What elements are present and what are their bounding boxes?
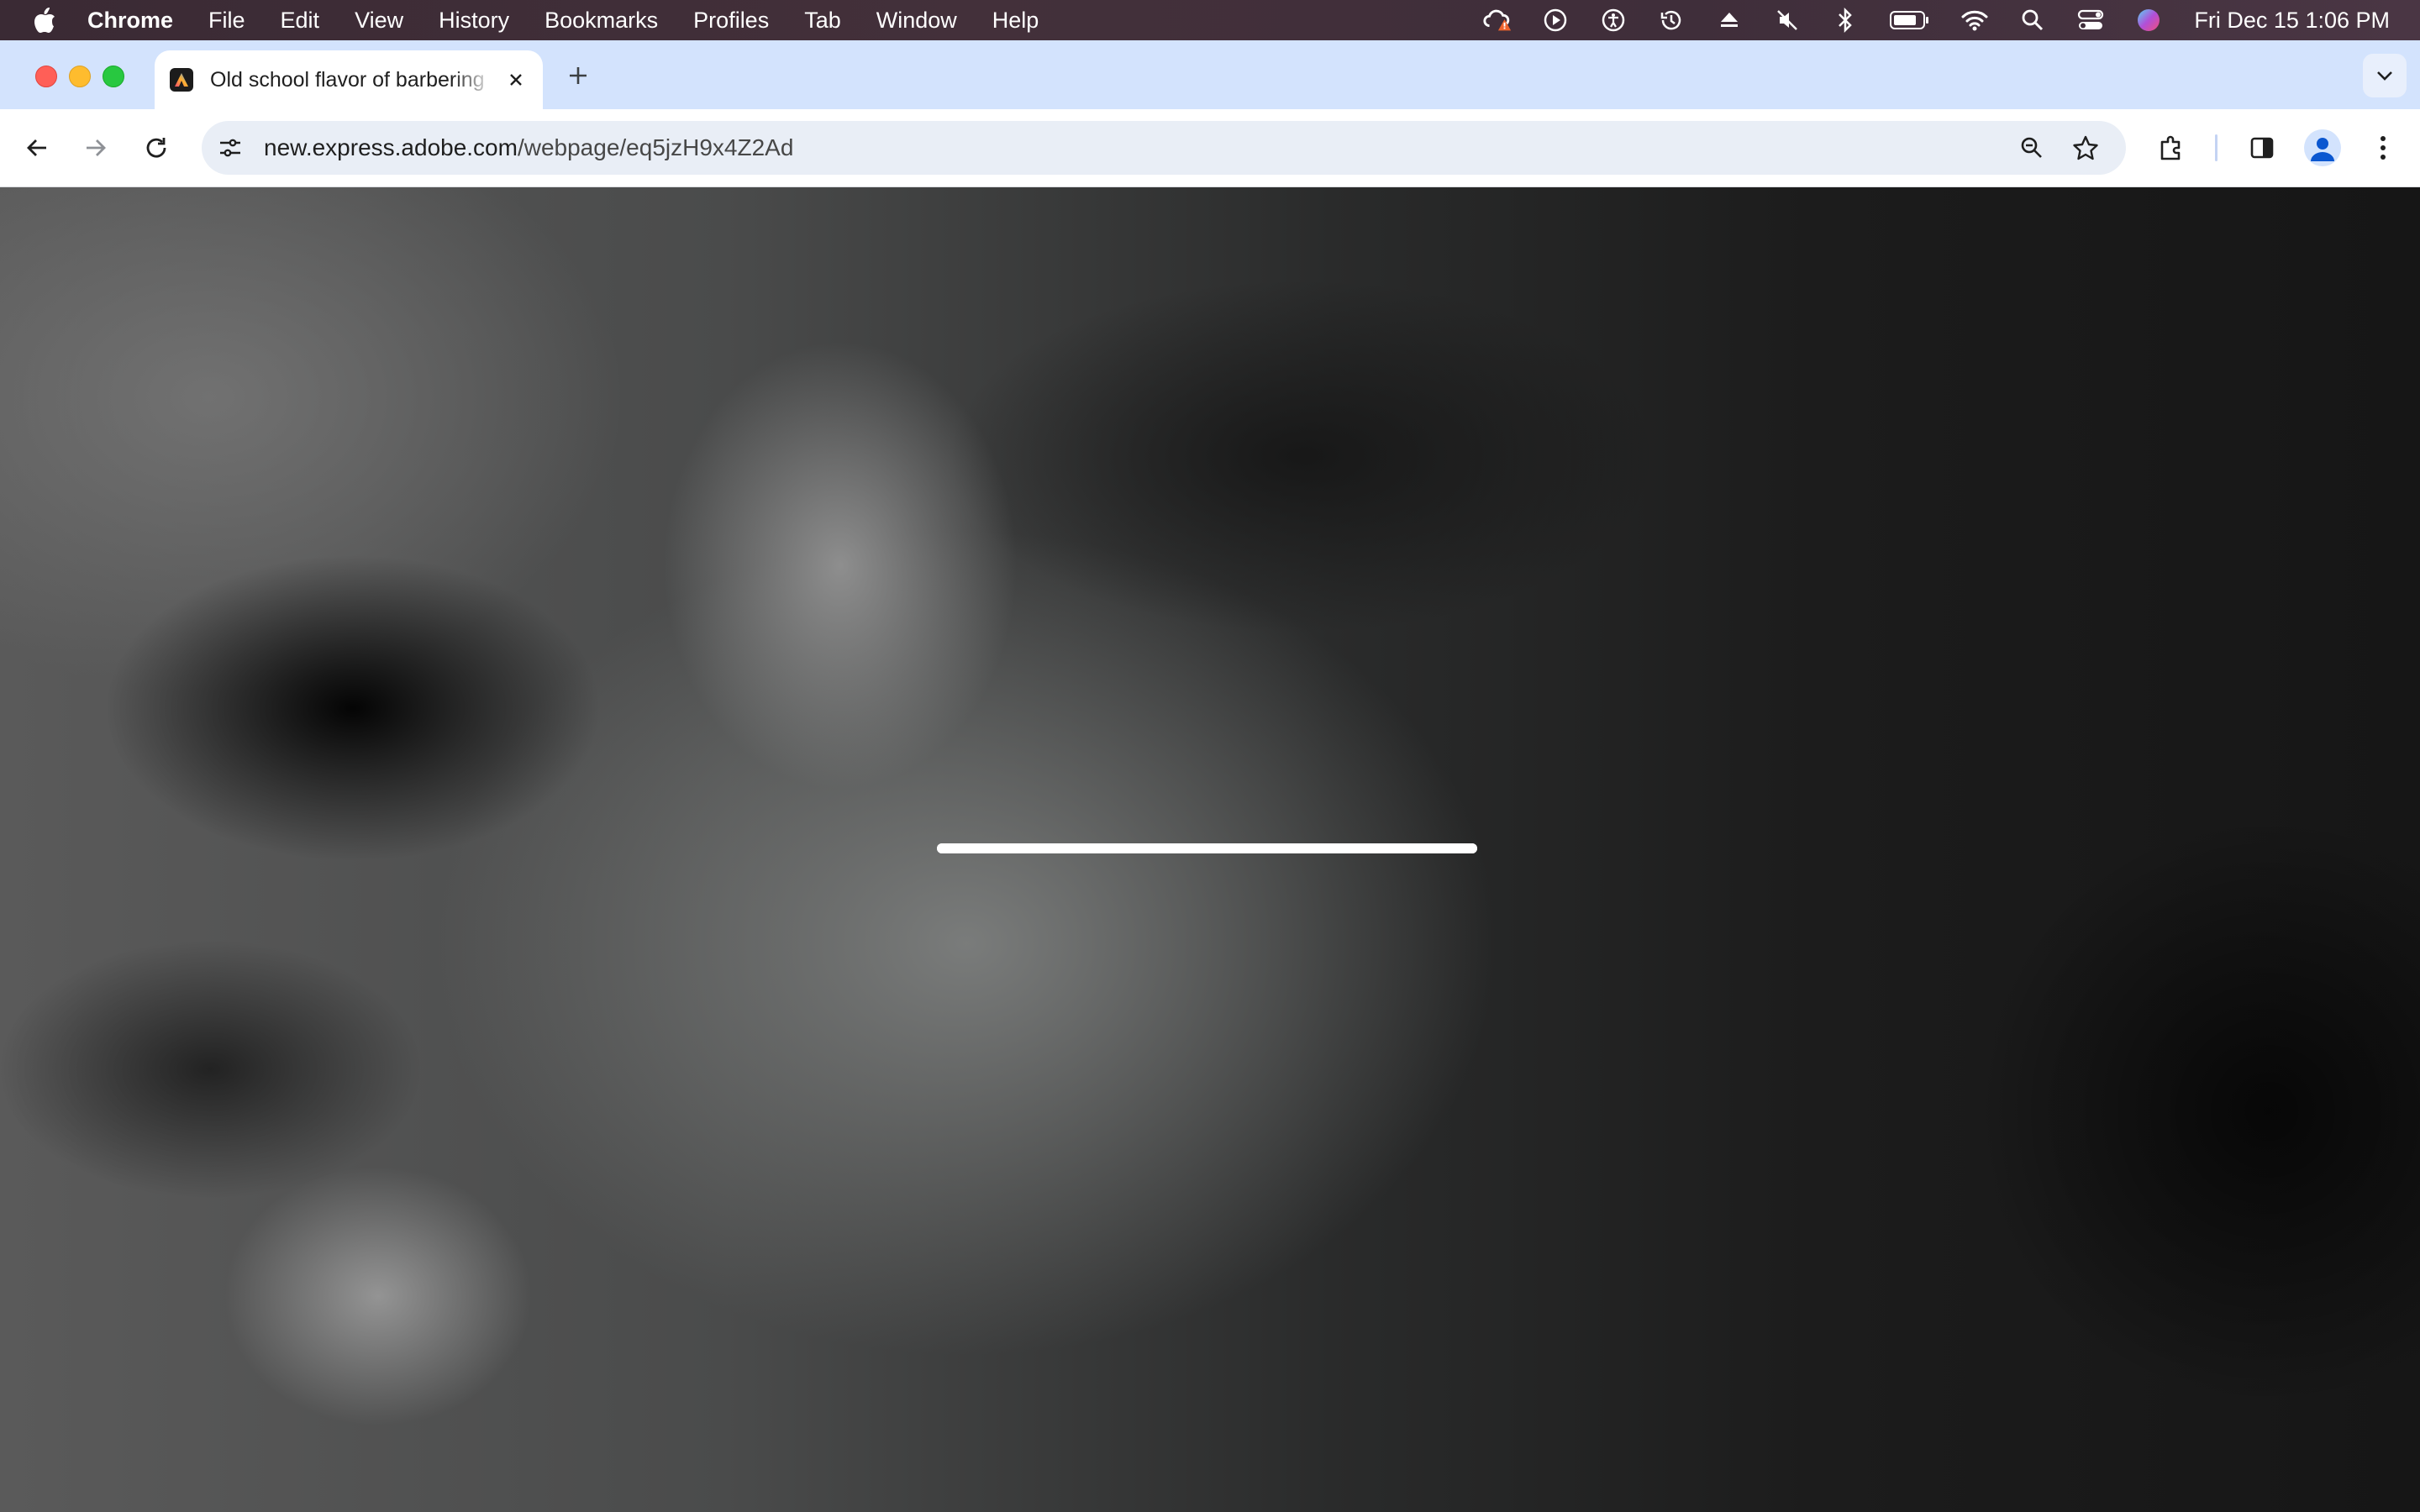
extensions-icon[interactable] [2149,126,2193,170]
window-minimize-button[interactable] [69,66,91,87]
url-host: new.express.adobe.com [264,134,518,160]
wifi-icon[interactable] [1960,5,1990,35]
site-info-icon[interactable] [212,129,249,166]
menu-tab[interactable]: Tab [804,8,841,34]
spotlight-icon[interactable] [2018,5,2048,35]
play-icon[interactable] [1540,5,1570,35]
menu-history[interactable]: History [439,8,509,34]
tab-title: Old school flavor of barbering [210,67,485,92]
page-content [0,187,2420,1512]
time-machine-icon[interactable] [1656,5,1686,35]
window-close-button[interactable] [35,66,57,87]
apple-icon[interactable] [32,6,57,34]
toolbar-separator [2215,134,2217,161]
profile-icon[interactable] [2304,129,2341,166]
loading-progress-fill [937,843,1477,853]
tab-close-icon[interactable] [501,65,531,95]
control-center-icon[interactable] [2075,5,2106,35]
active-tab[interactable]: Old school flavor of barbering [155,50,543,109]
menubar-clock[interactable]: Fri Dec 15 1:06 PM [2194,8,2390,34]
menu-file[interactable]: File [208,8,245,34]
address-bar[interactable]: new.express.adobe.com/webpage/eq5jzH9x4Z… [202,121,2126,175]
menu-view[interactable]: View [355,8,403,34]
tab-search-button[interactable] [2363,54,2407,97]
loading-progress-bar [937,843,1477,853]
zoom-icon[interactable] [2010,126,2054,170]
back-icon[interactable] [15,126,59,170]
mute-icon[interactable] [1772,5,1802,35]
bluetooth-icon[interactable] [1830,5,1860,35]
url-path: /webpage/eq5jzH9x4Z2Ad [517,134,794,160]
browser-toolbar: new.express.adobe.com/webpage/eq5jzH9x4Z… [0,109,2420,187]
menu-app-name[interactable]: Chrome [87,8,173,34]
battery-icon[interactable] [1888,5,1932,35]
menu-help[interactable]: Help [992,8,1039,34]
side-panel-icon[interactable] [2240,126,2284,170]
reload-icon[interactable] [134,126,178,170]
menu-bookmarks[interactable]: Bookmarks [544,8,658,34]
macos-menu-bar: Chrome File Edit View History Bookmarks … [0,0,2420,40]
new-tab-button[interactable] [561,59,595,92]
omnibox-actions [2000,126,2107,170]
bookmark-star-icon[interactable] [2064,126,2107,170]
window-maximize-button[interactable] [103,66,124,87]
url-text[interactable]: new.express.adobe.com/webpage/eq5jzH9x4Z… [264,134,793,161]
menu-edit[interactable]: Edit [281,8,320,34]
accessibility-icon[interactable] [1598,5,1628,35]
menu-profiles[interactable]: Profiles [693,8,769,34]
siri-icon[interactable] [2133,5,2164,35]
forward-icon[interactable] [74,126,118,170]
status-area: Fri Dec 15 1:06 PM [1455,0,2390,40]
eject-icon[interactable] [1714,5,1744,35]
menu-icon[interactable] [2361,126,2405,170]
menu-window[interactable]: Window [876,8,957,34]
creative-cloud-icon[interactable] [1482,5,1512,35]
adobe-express-favicon-icon [170,68,193,92]
